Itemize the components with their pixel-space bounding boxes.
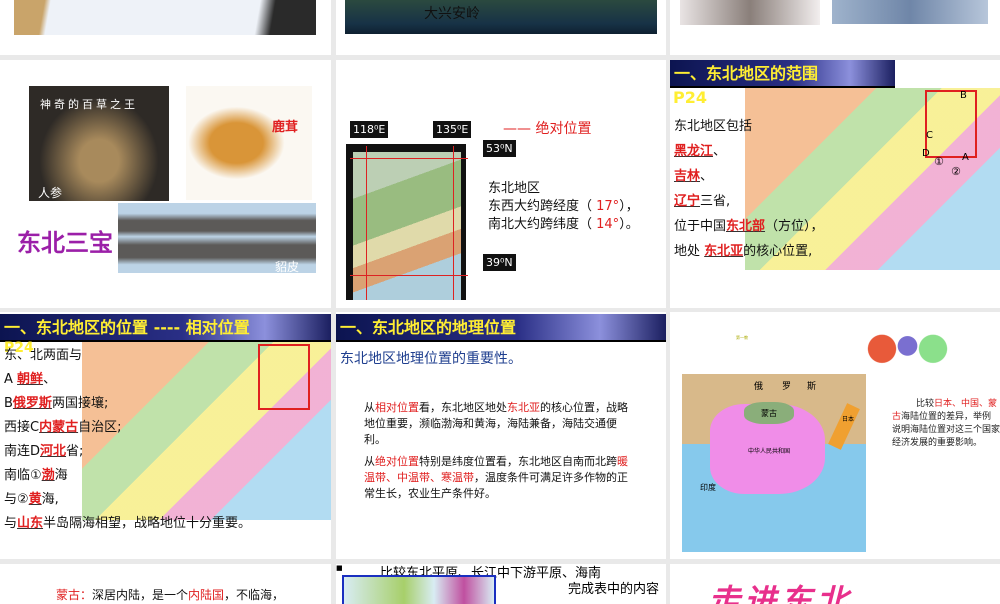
map-label: 斯 — [807, 382, 817, 392]
marker-b: B — [960, 90, 967, 101]
slide-thumbnail-10[interactable]: 蒙古：深居内陆，是一个内陆国，不临海， — [0, 564, 331, 604]
text-line: 东、北两面与 — [4, 348, 83, 363]
grid-line — [350, 275, 468, 276]
latitude-label: 53⁰N — [483, 140, 516, 157]
latitude-label: 39⁰N — [483, 254, 516, 271]
page-ref: P24 — [673, 88, 707, 107]
text-line: 辽宁三省, — [674, 194, 731, 209]
grid-line — [366, 146, 367, 300]
map-label: 俄 — [754, 382, 764, 392]
text-line: 地处 东北亚的核心位置, — [674, 244, 813, 259]
slide-thumbnail-9[interactable]: 第一教 俄 罗 斯 蒙古 中华人民共和国 日本 印度 比较日本、中国、蒙古海陆位… — [670, 312, 1000, 559]
antler-label: 鹿茸 — [272, 120, 299, 135]
question-text: 比较日本、中国、蒙古海陆位置的差异，举例说明海陆位置对这三个国家经济发展的重要影… — [892, 399, 1000, 448]
mongolia-text: 蒙古：深居内陆，是一个内陆国，不临海， — [56, 588, 285, 602]
text-line: 与②黄海, — [4, 492, 59, 507]
text-line: 西接C内蒙古自治区; — [4, 420, 122, 435]
text-block: 东、北两面与 A 朝鲜、 B俄罗斯两国接壤; 西接C内蒙古自治区; 南连D河北省… — [4, 344, 251, 536]
marker-d: D — [922, 148, 930, 159]
text-line: B俄罗斯两国接壤; — [4, 396, 109, 411]
ginseng-label: 人参 — [38, 186, 63, 200]
slide-heading: —— 绝对位置 — [503, 121, 592, 137]
small-text: 第一教 — [736, 335, 748, 340]
marker-1: ① — [934, 155, 944, 168]
winter-couple-photo — [680, 0, 820, 25]
deer-photo — [186, 86, 312, 200]
slide-header: 一、东北地区的地理位置 — [336, 314, 666, 342]
paragraph-absolute: 从绝对位置特别是纬度位置看，东北地区自南而北跨暖温带、中温带、寒温带，温度条件可… — [364, 455, 628, 500]
slide-thumbnail-3[interactable] — [670, 0, 1000, 55]
question-text-2: 完成表中的内容 — [568, 582, 660, 597]
northeast-map — [353, 152, 461, 300]
bullet-icon: ■ — [336, 564, 343, 572]
ginseng-caption: 神奇的百草之王 — [40, 98, 138, 111]
longitude-label: 118⁰E — [350, 121, 389, 138]
slide-thumbnail-2[interactable]: 大兴安岭 — [336, 0, 666, 55]
frost-photo — [832, 0, 988, 24]
fur-label: 貂皮 — [275, 260, 300, 274]
marker-a: A — [962, 152, 969, 163]
marker-2: ② — [951, 165, 961, 178]
slide-thumbnail-4[interactable]: 神奇的百草之王 人参 鹿茸 貂皮 东北三宝 — [0, 60, 331, 308]
slide-thumbnail-6[interactable]: 一、东北地区的范围 P24 B C D A ① ② 东北地区包括 黑龙江、 吉林… — [670, 60, 1000, 308]
photo-caption: 大兴安岭 — [424, 6, 480, 22]
text-line: 位于中国东北部（方位）， — [674, 219, 824, 234]
snow-photo — [14, 0, 316, 35]
text-line: 南北大约跨纬度（ 14°）。 — [488, 217, 639, 232]
paragraph-relative: 从相对位置看，东北地区地处东北亚的核心位置，战略地位重要，濒临渤海和黄海，海陆兼… — [364, 401, 628, 446]
span-text: 东北地区 东西大约跨经度（ 17°）， 南北大约跨纬度（ 14°）。 — [488, 180, 639, 234]
longitude-label: 135⁰E — [433, 121, 472, 138]
grid-line — [350, 158, 468, 159]
slide-thumbnail-11[interactable]: ■ 比较东北平原、长江中下游平原、海南 完成表中的内容 — [336, 564, 666, 604]
text-line: 黑龙江、 — [674, 144, 727, 159]
forest-photo — [345, 0, 657, 34]
northeast-outline — [925, 90, 977, 158]
grid-line — [453, 146, 454, 300]
northeast-outline — [258, 344, 310, 410]
text-line: 东西大约跨经度（ 17°）， — [488, 199, 639, 214]
slide-thumbnail-1[interactable] — [0, 0, 331, 55]
discussion-clipart — [865, 314, 950, 372]
slide-thumbnail-7[interactable]: 一、东北地区的位置 ---- 相对位置 P24 东、北两面与 A 朝鲜、 B俄罗… — [0, 312, 331, 559]
asia-map: 俄 罗 斯 蒙古 中华人民共和国 日本 印度 — [682, 374, 866, 552]
map-label: 日本 — [842, 416, 855, 423]
map-label: 蒙古 — [761, 409, 777, 418]
slide-thumbnail-5[interactable]: 118⁰E 135⁰E 53⁰N 39⁰N —— 绝对位置 东北地区 东西大约跨… — [336, 60, 666, 308]
map-label: 中华人民共和国 — [748, 448, 791, 455]
slide-thumbnail-12[interactable]: 走进东北 — [670, 564, 1000, 604]
text-line: 东北地区包括 — [674, 119, 753, 134]
text-line: 东北地区 — [488, 181, 541, 196]
text-line: A 朝鲜、 — [4, 372, 57, 387]
map-label: 罗 — [782, 382, 792, 392]
slide-thumbnail-8[interactable]: 一、东北地区的地理位置 东北地区地理位置的重要性。 从相对位置看，东北地区地处东… — [336, 312, 666, 559]
text-line: 南连D河北省; — [4, 444, 84, 459]
text-line: 南临①渤海 — [4, 468, 68, 483]
marker-c: C — [926, 130, 933, 141]
slide-subtitle: 东北地区地理位置的重要性。 — [340, 351, 522, 367]
slide-header: 一、东北地区的位置 ---- 相对位置 — [0, 314, 331, 342]
text-line: 与山东半岛隔海相望，战略地位十分重要。 — [4, 516, 252, 531]
map-label: 印度 — [700, 483, 716, 492]
slide-title: 东北三宝 — [17, 229, 113, 257]
text-line: 吉林、 — [674, 169, 714, 184]
text-block: 东北地区包括 黑龙江、 吉林、 辽宁三省, 位于中国东北部（方位）， 地处 东北… — [674, 114, 824, 264]
slide-header: 一、东北地区的范围 — [670, 60, 895, 88]
